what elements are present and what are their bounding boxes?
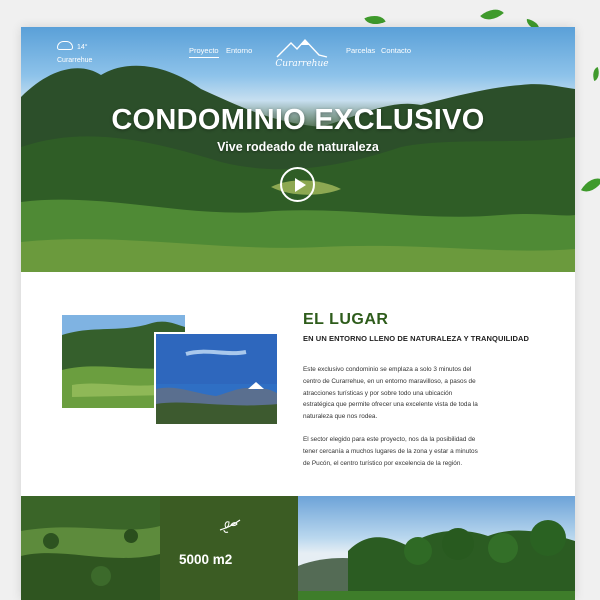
- cloud-icon: [57, 41, 73, 50]
- area-value: 5000 m2: [179, 552, 233, 567]
- trees-image: [298, 520, 575, 600]
- weather-temperature: 14°: [77, 44, 88, 51]
- volcano-image: [156, 334, 277, 424]
- leaf-decoration: [580, 172, 600, 198]
- area-stat-panel: [160, 496, 298, 600]
- text-line: Este exclusivo condominio se emplaza a s…: [303, 366, 472, 373]
- weather-city: Curarrehue: [57, 57, 93, 64]
- mountain-logo-icon: [276, 38, 328, 58]
- hero-subtitle: Vive rodeado de naturaleza: [217, 140, 379, 154]
- section-subtitle: EN UN ENTORNO LLENO DE NATURALEZA Y TRAN…: [303, 334, 530, 343]
- text-line: de Pucón, el centro turístico por excele…: [303, 459, 463, 467]
- forest-photo: [21, 496, 160, 600]
- leaf-decoration: [480, 3, 504, 26]
- nav-link-parcelas[interactable]: Parcelas: [346, 46, 375, 55]
- trees-photo: [298, 496, 575, 600]
- nav-link-proyecto[interactable]: Proyecto: [189, 46, 219, 58]
- nav-link-entorno[interactable]: Entorno: [226, 46, 252, 55]
- landing-page: 14° Curarrehue Proyecto Entorno Curarreh…: [21, 27, 575, 600]
- weather-widget: [57, 41, 73, 50]
- logo-text: Curarrehue: [275, 59, 329, 69]
- plant-icon: [219, 519, 241, 533]
- text-line: naturaleza que nos rodea.: [303, 413, 378, 421]
- hero-section: 14° Curarrehue Proyecto Entorno Curarreh…: [21, 27, 575, 272]
- text-line: El sector elegido para este proyecto, no…: [303, 436, 476, 443]
- description-paragraph-2: El sector elegido para este proyecto, no…: [303, 434, 503, 469]
- volcano-photo: [154, 332, 277, 424]
- text-line: tener cercanía a muchos lugares de la zo…: [303, 447, 478, 455]
- description-paragraph-1: Este exclusivo condominio se emplaza a s…: [303, 364, 503, 423]
- hero-title: CONDOMINIO EXCLUSIVO: [111, 104, 485, 136]
- text-line: centro de Curarrehue, en un entorno mara…: [303, 377, 476, 385]
- forest-image: [21, 496, 160, 600]
- section-title: EL LUGAR: [303, 311, 389, 328]
- leaf-decoration: [590, 66, 600, 82]
- brand-logo[interactable]: Curarrehue: [273, 37, 331, 71]
- nav-link-contacto[interactable]: Contacto: [381, 46, 411, 55]
- play-video-button[interactable]: [280, 167, 315, 202]
- text-line: atracciones turísticas y por sobre todo …: [303, 389, 453, 397]
- text-line: estratégica que permite ofrecer una exce…: [303, 401, 478, 409]
